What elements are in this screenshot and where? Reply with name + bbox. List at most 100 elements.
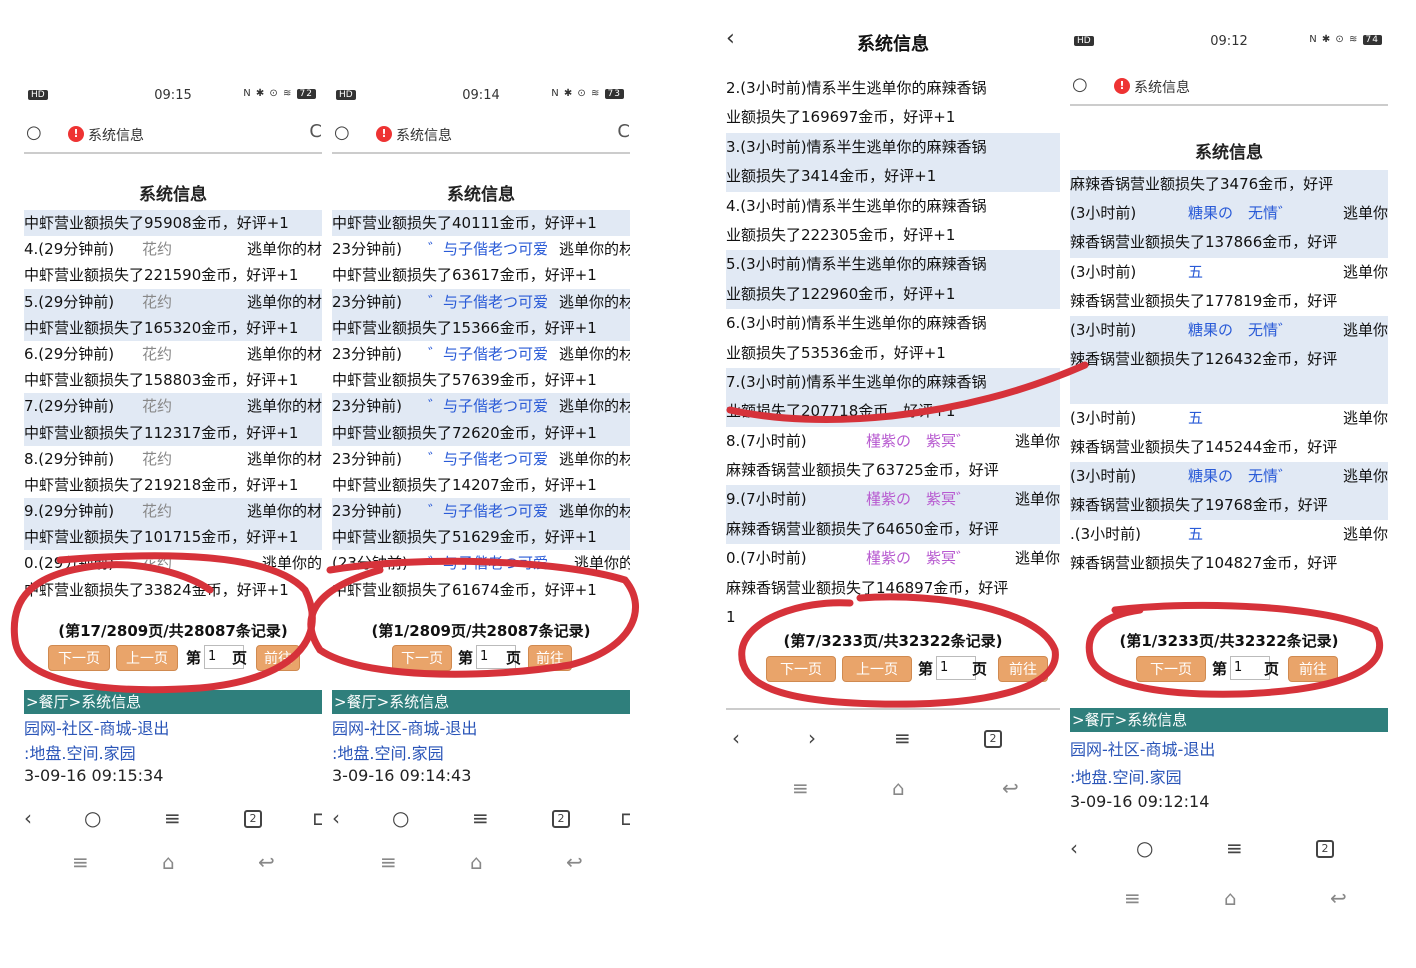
- nav-links[interactable]: 园网-社区-商城-退出: [332, 715, 477, 739]
- back-icon[interactable]: ‹: [332, 806, 340, 830]
- user-name-link[interactable]: 花约: [142, 289, 172, 315]
- menu-icon[interactable]: ≡: [1124, 886, 1141, 910]
- pager-info: (第17/2809页/共28087条记录): [58, 622, 288, 640]
- user-name-link[interactable]: ゛与子偕老つ可爱: [428, 498, 548, 524]
- user-name-link[interactable]: 花约: [142, 236, 172, 262]
- more-icon[interactable]: ⊏: [312, 806, 322, 830]
- user-name-link[interactable]: 五: [1188, 404, 1203, 433]
- menu-icon[interactable]: ≡: [792, 776, 809, 800]
- message-text: 业额损失了222305金币，好评+1: [726, 225, 956, 244]
- user-name-link[interactable]: 糖果の 无情゛: [1188, 199, 1293, 228]
- menu-icon[interactable]: ≡: [72, 850, 89, 874]
- reload-icon[interactable]: C: [617, 121, 630, 142]
- menu-icon[interactable]: ≡: [894, 726, 911, 750]
- message-text: 业额损失了3414金币，好评+1: [726, 167, 937, 186]
- next-page-button[interactable]: 下一页: [392, 645, 452, 671]
- battery-icon: 74: [1362, 35, 1382, 45]
- page-number-input[interactable]: 1: [936, 656, 976, 680]
- user-name-link[interactable]: ゛与子偕老つ可爱: [428, 289, 548, 315]
- message-time: (3小时前): [1070, 320, 1137, 339]
- home-links[interactable]: :地盘.空间.家园: [24, 740, 136, 764]
- menu-icon[interactable]: ≡: [164, 806, 181, 830]
- return-icon[interactable]: ↩: [566, 850, 583, 874]
- return-icon[interactable]: ↩: [258, 850, 275, 874]
- nav-links[interactable]: 园网-社区-商城-退出: [24, 715, 169, 739]
- user-name-link[interactable]: 花约: [142, 393, 172, 419]
- home-links[interactable]: :地盘.空间.家园: [332, 740, 444, 764]
- browser-search-bar[interactable]: ○ ! 系统信息: [1070, 66, 1388, 106]
- message-text: 中虾营业额损失了95908金币，好评+1: [24, 214, 289, 232]
- message-action: 逃单你: [1014, 490, 1060, 509]
- user-name-link[interactable]: 五: [1188, 258, 1203, 287]
- search-icon[interactable]: ○: [1136, 836, 1153, 860]
- back-icon[interactable]: ‹: [732, 726, 740, 750]
- menu-icon[interactable]: ≡: [380, 850, 397, 874]
- user-name-link[interactable]: 糖果の 无情゛: [1188, 316, 1293, 345]
- message-action: 逃单你: [1342, 320, 1388, 339]
- breadcrumb[interactable]: >餐厅>系统信息: [1070, 708, 1388, 732]
- back-icon[interactable]: ‹: [1070, 836, 1078, 860]
- user-name-link[interactable]: 花约: [142, 498, 172, 524]
- user-name-link[interactable]: 花约: [142, 550, 172, 576]
- user-name-link[interactable]: ゛与子偕老つ可爱: [428, 393, 548, 419]
- go-button[interactable]: 前往: [1288, 656, 1338, 682]
- prev-page-button[interactable]: 上一页: [116, 645, 178, 671]
- list-item: 辣香锅营业额损失了145244金币，好评: [1070, 433, 1388, 462]
- return-icon[interactable]: ↩: [1002, 776, 1019, 800]
- nav-links[interactable]: 园网-社区-商城-退出: [1070, 736, 1215, 760]
- search-icon[interactable]: ○: [334, 122, 350, 143]
- home-links[interactable]: :地盘.空间.家园: [1070, 764, 1182, 788]
- next-page-button[interactable]: 下一页: [48, 645, 110, 671]
- system-nav-bar: ≡ ⌂ ↩: [332, 850, 630, 880]
- list-item: 业额损失了169697金币，好评+1: [726, 103, 1060, 132]
- message-action: 逃单你的材: [558, 397, 630, 416]
- home-icon[interactable]: ⌂: [162, 850, 175, 874]
- search-icon[interactable]: ○: [84, 806, 101, 830]
- browser-search-bar[interactable]: ○ ! 系统信息 C: [24, 114, 322, 154]
- forward-icon[interactable]: ›: [808, 726, 816, 750]
- reload-icon[interactable]: C: [309, 121, 322, 142]
- home-icon[interactable]: ⌂: [470, 850, 483, 874]
- back-icon[interactable]: ‹: [24, 806, 32, 830]
- message-text: 业额损失了207718金币，好评+1: [726, 402, 956, 421]
- user-name-link[interactable]: 花约: [142, 446, 172, 472]
- search-icon[interactable]: ○: [26, 122, 42, 143]
- go-button[interactable]: 前往: [998, 656, 1048, 682]
- message-time: (3小时前): [1070, 262, 1137, 281]
- user-name-link[interactable]: 槿紫の 紫冥゛: [866, 544, 971, 573]
- user-name-link[interactable]: 花约: [142, 341, 172, 367]
- home-icon[interactable]: ⌂: [892, 776, 905, 800]
- search-icon[interactable]: ○: [1072, 74, 1088, 95]
- more-icon[interactable]: ⊏: [620, 806, 630, 830]
- prev-page-button[interactable]: 上一页: [842, 656, 912, 682]
- search-icon[interactable]: ○: [392, 806, 409, 830]
- list-item: 辣香锅营业额损失了177819金币，好评: [1070, 287, 1388, 316]
- user-name-link[interactable]: ゛与子偕老つ可爱: [428, 446, 548, 472]
- browser-search-bar[interactable]: ○ ! 系统信息 C: [332, 114, 630, 154]
- breadcrumb[interactable]: >餐厅>系统信息: [332, 690, 630, 714]
- user-name-link[interactable]: 槿紫の 紫冥゛: [866, 427, 971, 456]
- user-name-link[interactable]: ゛与子偕老つ可爱: [428, 341, 548, 367]
- next-page-button[interactable]: 下一页: [766, 656, 836, 682]
- message-text: 1: [726, 608, 736, 627]
- user-name-link[interactable]: 糖果の 无情゛: [1188, 462, 1293, 491]
- list-item: [1070, 374, 1388, 404]
- user-name-link[interactable]: 槿紫の 紫冥゛: [866, 485, 971, 514]
- list-item: 8.(29分钟前) 花约 逃单你的材: [24, 446, 322, 472]
- list-item: 0.(29分钟前) 花约 逃单你的: [24, 550, 322, 576]
- message-text: 中虾营业额损失了14207金币，好评+1: [332, 475, 597, 494]
- return-icon[interactable]: ↩: [1330, 886, 1347, 910]
- go-button[interactable]: 前往: [528, 645, 572, 671]
- user-name-link[interactable]: 五: [1188, 520, 1203, 549]
- menu-icon[interactable]: ≡: [1226, 836, 1243, 860]
- go-button[interactable]: 前往: [256, 645, 300, 671]
- user-name-link[interactable]: ゛与子偕老つ可爱: [428, 550, 548, 576]
- message-action: 逃单你的材: [246, 502, 322, 521]
- message-text: 麻辣香锅营业额损失了64650金币，好评: [726, 519, 999, 538]
- home-icon[interactable]: ⌂: [1224, 886, 1237, 910]
- breadcrumb[interactable]: >餐厅>系统信息: [24, 690, 322, 714]
- user-name-link[interactable]: ゛与子偕老つ可爱: [428, 236, 548, 262]
- message-action: 逃单你的材: [558, 502, 630, 521]
- menu-icon[interactable]: ≡: [472, 806, 489, 830]
- next-page-button[interactable]: 下一页: [1136, 656, 1206, 682]
